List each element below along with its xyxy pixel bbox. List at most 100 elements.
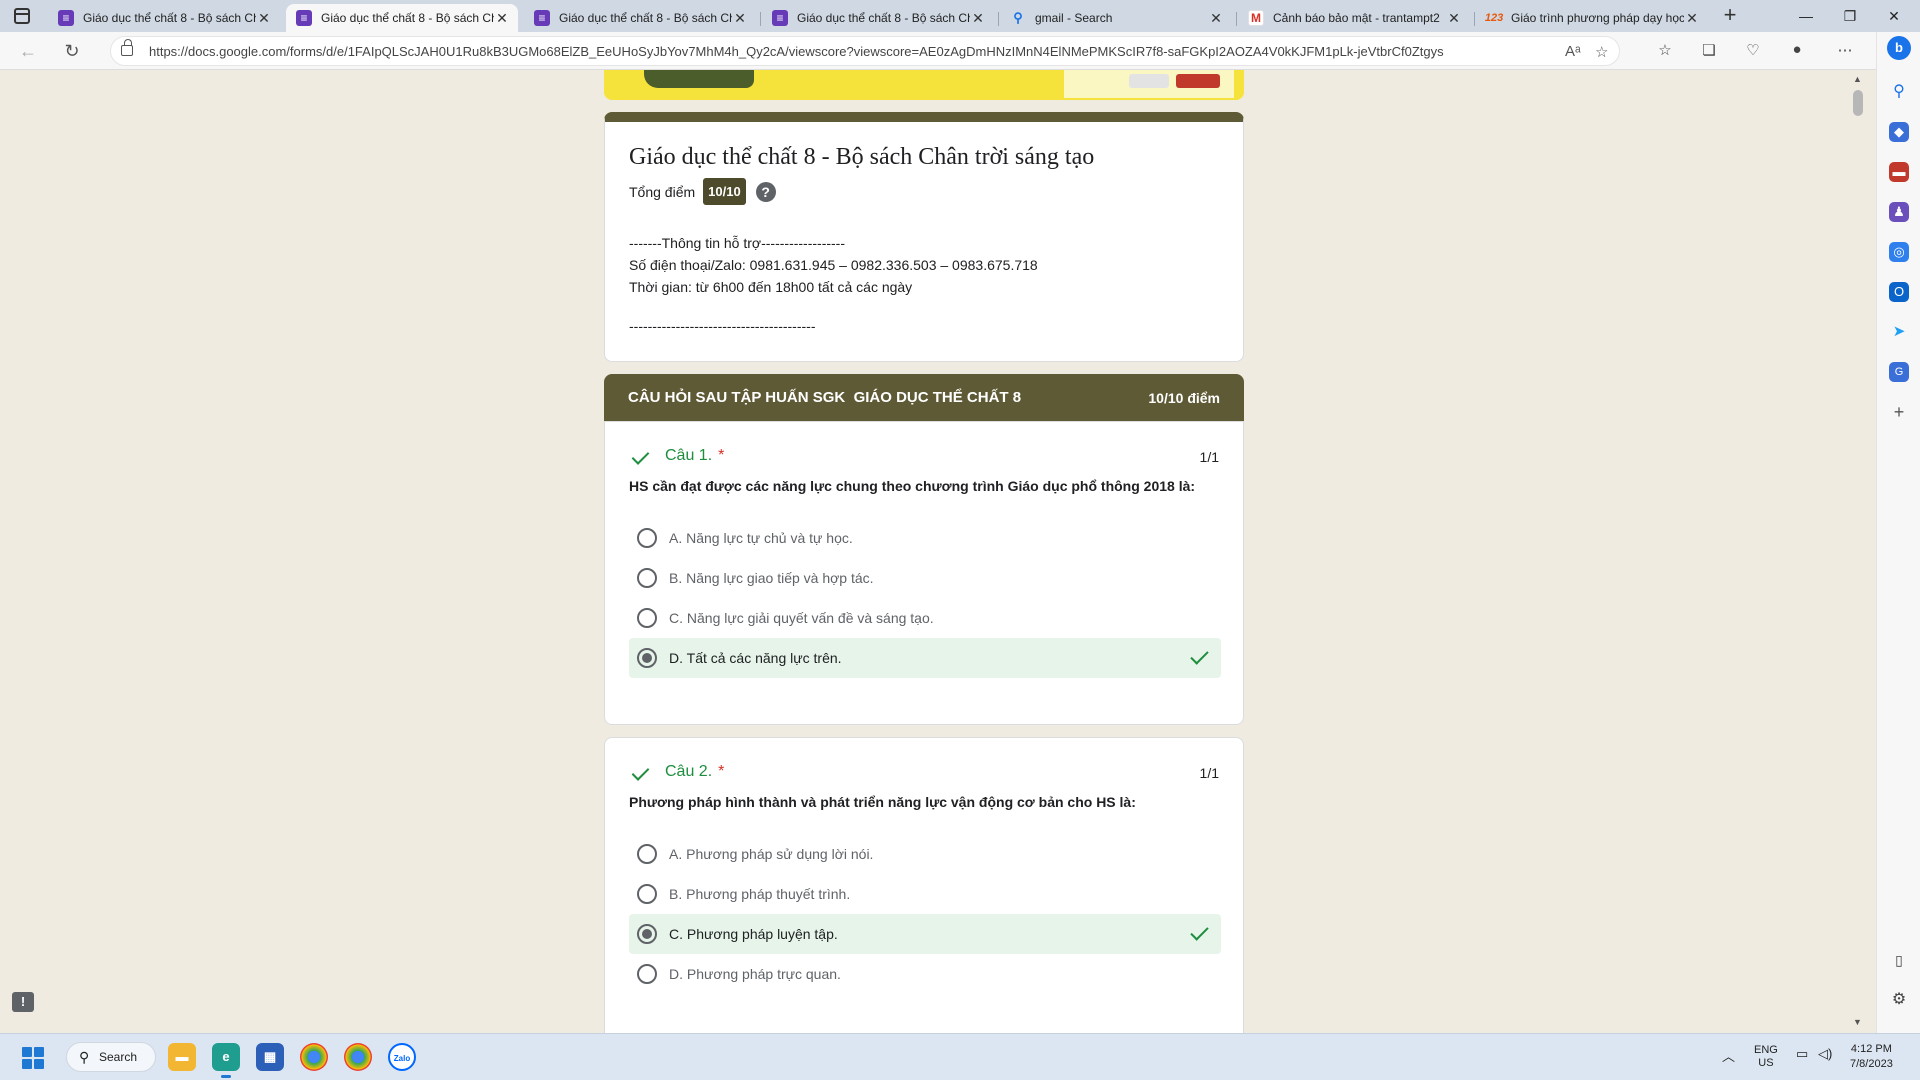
close-icon[interactable]: ✕ bbox=[1208, 10, 1224, 27]
lock-icon[interactable] bbox=[121, 39, 133, 56]
more-menu-icon[interactable]: ⋯ bbox=[1834, 41, 1856, 59]
taskbar-search[interactable]: ⚲ Search bbox=[66, 1042, 156, 1072]
forms-icon bbox=[534, 10, 550, 26]
score-badge: 10/10 bbox=[703, 178, 746, 205]
option-label: A. Năng lực tự chủ và tự học. bbox=[669, 530, 853, 546]
tools-icon[interactable]: ▬ bbox=[1889, 162, 1909, 182]
store-icon[interactable]: ▦ bbox=[256, 1043, 284, 1071]
language-indicator[interactable]: ENG US bbox=[1754, 1044, 1778, 1070]
favorite-star-icon[interactable]: ☆ bbox=[1595, 43, 1608, 61]
read-aloud-icon[interactable]: Aᵃ bbox=[1565, 43, 1581, 60]
taskbar-clock[interactable]: 4:12 PM 7/8/2023 bbox=[1850, 1042, 1893, 1072]
answer-option: A. Năng lực tự chủ và tự học. bbox=[629, 518, 1221, 558]
browser-tab-2[interactable]: Giáo dục thể chất 8 - Bộ sách Ch ✕ bbox=[286, 4, 518, 32]
browser-tab-6[interactable]: M Cảnh báo bảo mật - trantampt2 ✕ bbox=[1238, 4, 1470, 32]
tab-title: Giáo dục thể chất 8 - Bộ sách Ch bbox=[559, 11, 732, 25]
zalo-icon[interactable]: Zalo bbox=[388, 1043, 416, 1071]
tab-actions-menu-icon[interactable] bbox=[14, 8, 30, 24]
tab-title: Giáo dục thể chất 8 - Bộ sách Ch bbox=[797, 11, 970, 25]
form-header-banner bbox=[604, 70, 1244, 100]
minimize-button[interactable]: — bbox=[1786, 4, 1826, 28]
form-description: -------Thông tin hỗ trợ-----------------… bbox=[629, 232, 1038, 298]
desc-line: Số điện thoại/Zalo: 0981.631.945 – 0982.… bbox=[629, 257, 1038, 273]
radio-button bbox=[637, 528, 657, 548]
bing-copilot-icon[interactable]: b bbox=[1887, 36, 1911, 60]
question-number: Câu 2. * bbox=[665, 763, 724, 781]
shopping-icon[interactable]: ◆ bbox=[1889, 122, 1909, 142]
collections-icon[interactable]: ❏ bbox=[1698, 41, 1720, 59]
browser-toolbar: ← ↻ https://docs.google.com/forms/d/e/1F… bbox=[0, 32, 1920, 70]
answer-option-selected-correct: C. Phương pháp luyện tập. bbox=[629, 914, 1221, 954]
scrollbar-thumb[interactable] bbox=[1853, 90, 1863, 116]
scrollbar-track[interactable] bbox=[1852, 70, 1866, 1033]
answer-option: A. Phương pháp sử dụng lời nói. bbox=[629, 834, 1221, 874]
scroll-up-icon[interactable]: ▲ bbox=[1853, 74, 1862, 84]
close-icon[interactable]: ✕ bbox=[732, 10, 748, 27]
send-icon[interactable]: ➤ bbox=[1889, 322, 1909, 342]
restore-button[interactable]: ❐ bbox=[1830, 4, 1870, 28]
answer-option: C. Năng lực giải quyết vấn đề và sáng tạ… bbox=[629, 598, 1221, 638]
browser-essentials-icon[interactable]: ♡ bbox=[1742, 41, 1764, 59]
sidebar-toggle-icon[interactable]: ▯ bbox=[1889, 950, 1909, 970]
answer-option-selected-correct: D. Tất cả các năng lực trên. bbox=[629, 638, 1221, 678]
close-icon[interactable]: ✕ bbox=[494, 10, 510, 27]
tab-title: Cảnh báo bảo mật - trantampt2 bbox=[1273, 11, 1440, 25]
window-close-button[interactable]: ✕ bbox=[1874, 4, 1914, 28]
numbers-icon: 123 bbox=[1484, 12, 1504, 24]
volume-icon[interactable]: ◁) bbox=[1818, 1046, 1832, 1062]
help-icon[interactable]: ? bbox=[755, 181, 776, 202]
form-header-card: Giáo dục thể chất 8 - Bộ sách Chân trời … bbox=[604, 112, 1244, 362]
edge-browser-icon[interactable]: e bbox=[212, 1043, 240, 1078]
question-header: Câu 1. * 1/1 bbox=[629, 446, 1219, 470]
profile-icon[interactable]: ● bbox=[1786, 41, 1808, 58]
clock-time: 4:12 PM bbox=[1850, 1043, 1892, 1055]
required-asterisk: * bbox=[718, 447, 725, 464]
search-icon[interactable]: ⚲ bbox=[1889, 82, 1909, 102]
tab-separator bbox=[760, 12, 761, 26]
tab-title: gmail - Search bbox=[1035, 11, 1113, 25]
close-icon[interactable]: ✕ bbox=[1684, 10, 1700, 27]
add-icon[interactable]: + bbox=[1889, 402, 1909, 422]
report-feedback-icon[interactable]: ! bbox=[12, 992, 34, 1012]
windows-taskbar: ⚲ Search ▬ e ▦ Zalo ︿ ENG US ▭ ◁) 4:12 P… bbox=[0, 1033, 1920, 1080]
address-bar[interactable]: https://docs.google.com/forms/d/e/1FAIpQ… bbox=[110, 36, 1620, 66]
tray-overflow-chevron-icon[interactable]: ︿ bbox=[1722, 1046, 1735, 1065]
chrome-icon[interactable] bbox=[300, 1043, 328, 1071]
browser-tab-3[interactable]: Giáo dục thể chất 8 - Bộ sách Ch ✕ bbox=[524, 4, 756, 32]
option-label: C. Năng lực giải quyết vấn đề và sáng tạ… bbox=[669, 610, 934, 626]
clock-date: 7/8/2023 bbox=[1850, 1058, 1893, 1070]
settings-gear-icon[interactable]: ⚙ bbox=[1889, 990, 1909, 1010]
refresh-icon[interactable]: ↻ bbox=[60, 40, 84, 62]
file-explorer-icon[interactable]: ▬ bbox=[168, 1043, 196, 1071]
windows-start-icon[interactable] bbox=[22, 1047, 44, 1069]
close-icon[interactable]: ✕ bbox=[970, 10, 986, 27]
browser-tab-5[interactable]: ⚲ gmail - Search ✕ bbox=[1000, 4, 1232, 32]
outlook-icon[interactable]: O bbox=[1889, 282, 1909, 302]
language-top: ENG bbox=[1754, 1044, 1778, 1056]
taskbar-search-label: Search bbox=[99, 1050, 138, 1064]
desc-line: -------Thông tin hỗ trợ-----------------… bbox=[629, 235, 846, 251]
browser-tab-4[interactable]: Giáo dục thể chất 8 - Bộ sách Ch ✕ bbox=[762, 4, 994, 32]
option-label: B. Phương pháp thuyết trình. bbox=[669, 886, 851, 902]
close-icon[interactable]: ✕ bbox=[1446, 10, 1462, 27]
radio-button bbox=[637, 884, 657, 904]
answer-option: B. Năng lực giao tiếp và hợp tác. bbox=[629, 558, 1221, 598]
translator-icon[interactable]: G bbox=[1889, 362, 1909, 382]
score-label: Tổng điểm bbox=[629, 183, 696, 200]
network-icon[interactable]: ▭ bbox=[1796, 1046, 1808, 1062]
close-icon[interactable]: ✕ bbox=[256, 10, 272, 27]
forms-icon bbox=[296, 10, 312, 26]
browser-tab-1[interactable]: Giáo dục thể chất 8 - Bộ sách Ch ✕ bbox=[48, 4, 280, 32]
tab-separator bbox=[1236, 12, 1237, 26]
back-arrow-icon[interactable]: ← bbox=[16, 40, 40, 62]
required-asterisk: * bbox=[718, 763, 725, 780]
url-text[interactable]: https://docs.google.com/forms/d/e/1FAIpQ… bbox=[149, 44, 1444, 59]
favorites-icon[interactable]: ☆ bbox=[1654, 41, 1676, 59]
games-icon[interactable]: ♟ bbox=[1889, 202, 1909, 222]
scroll-down-icon[interactable]: ▼ bbox=[1853, 1017, 1862, 1027]
microsoft-365-icon[interactable]: ◎ bbox=[1889, 242, 1909, 262]
browser-tab-7[interactable]: 123 Giáo trình phương pháp dạy học ✕ bbox=[1476, 4, 1708, 32]
chrome-profile-icon[interactable] bbox=[344, 1043, 372, 1071]
option-label: D. Tất cả các năng lực trên. bbox=[669, 650, 842, 666]
new-tab-button[interactable]: + bbox=[1716, 4, 1744, 28]
